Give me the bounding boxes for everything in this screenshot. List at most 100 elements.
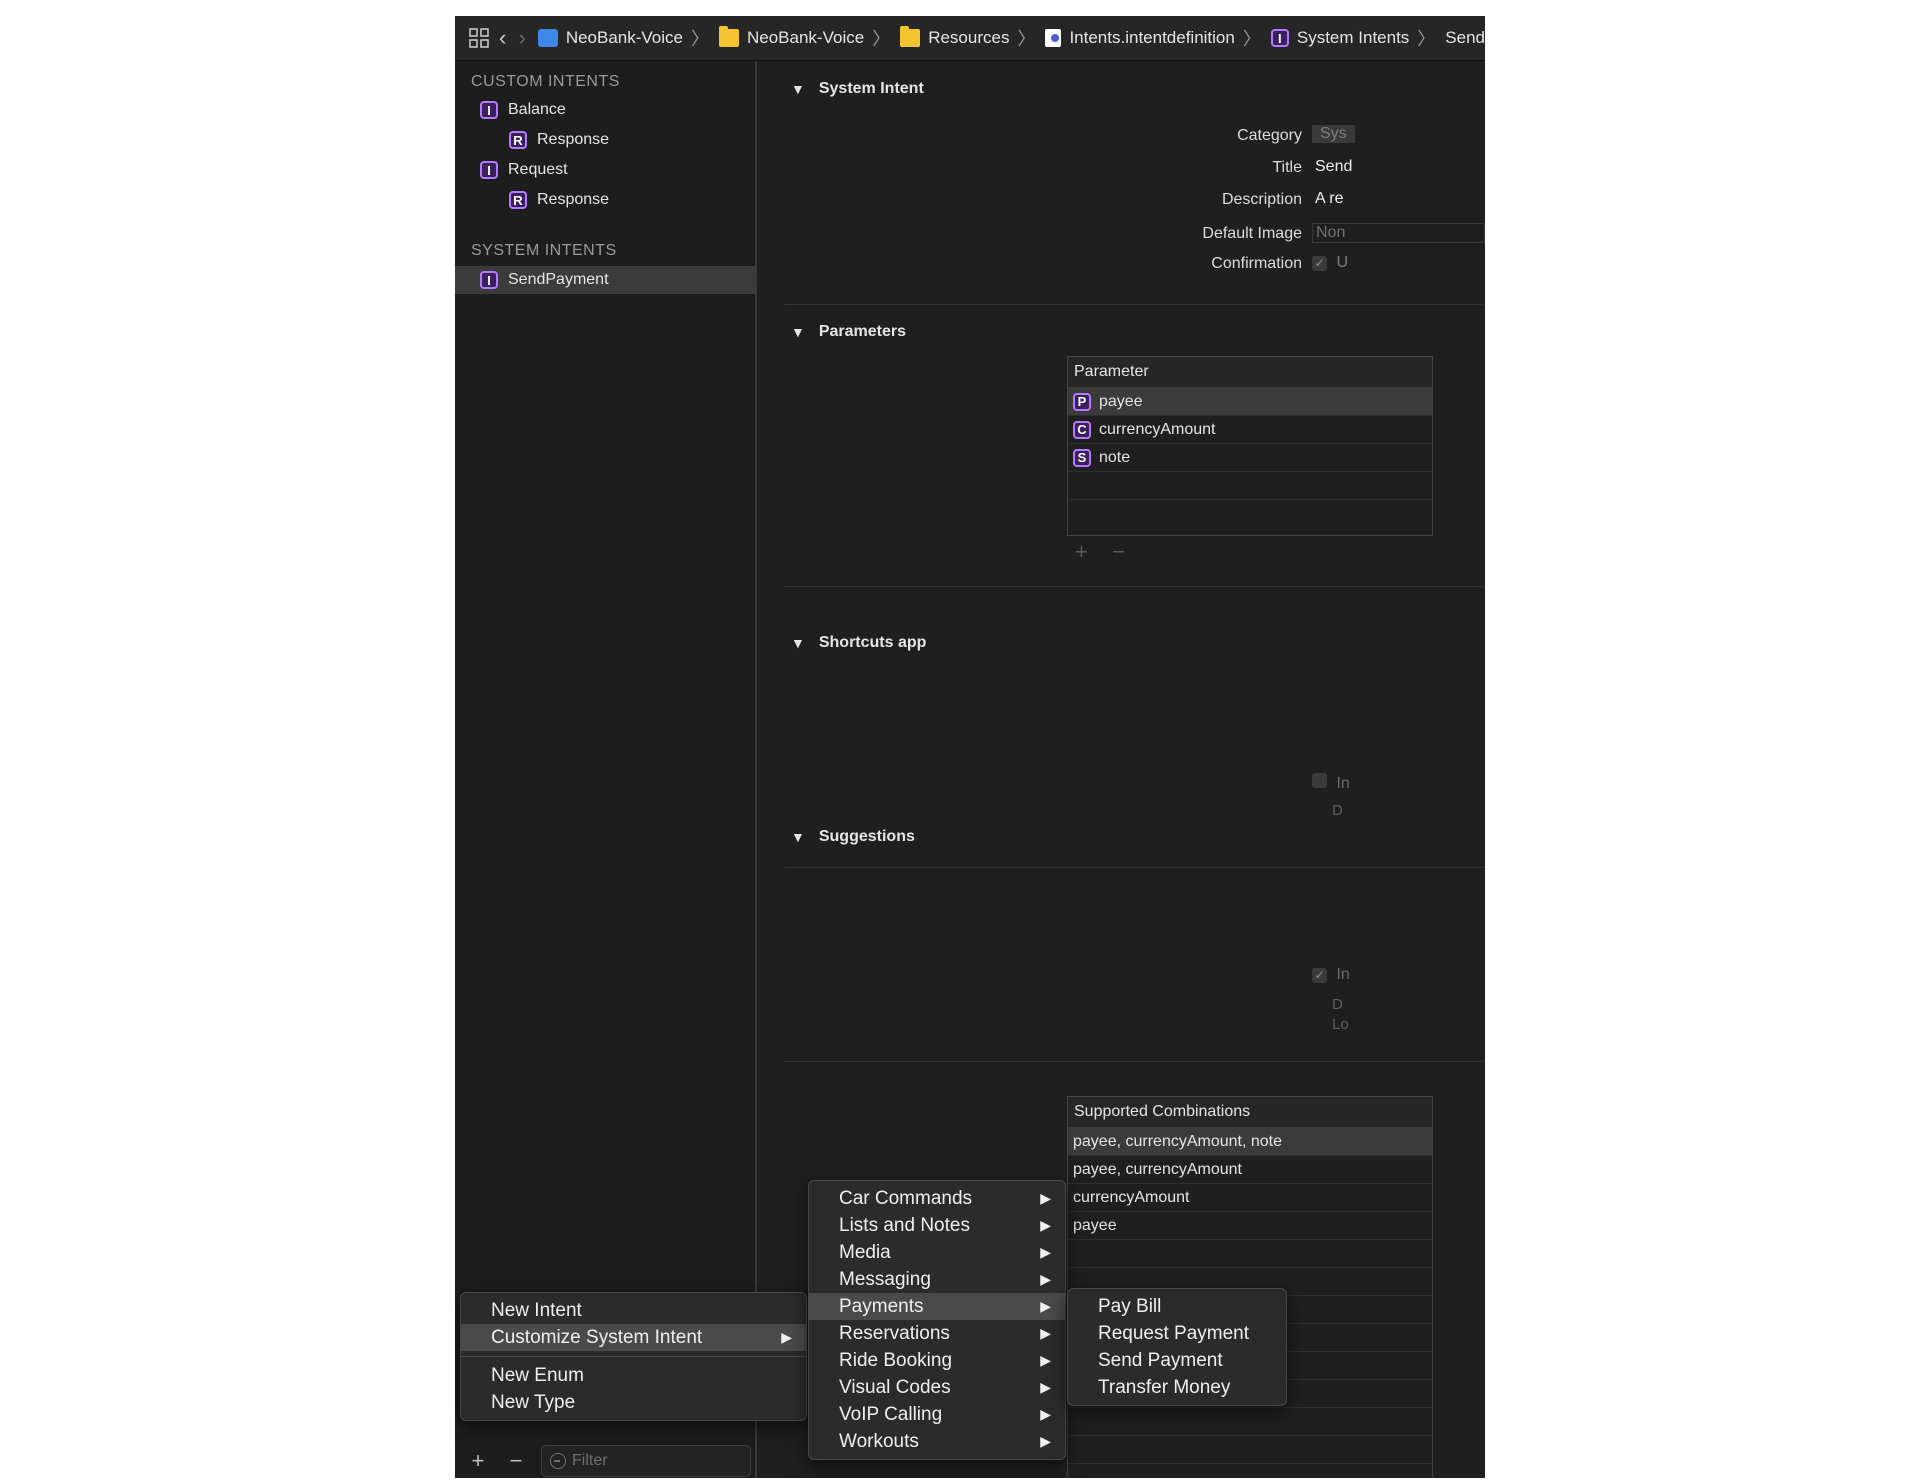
menu-item-new-intent[interactable]: New Intent [461, 1297, 806, 1324]
response-badge-icon: R [509, 131, 527, 149]
sidebar-item-request[interactable]: I Request [480, 156, 568, 184]
menu-item-media[interactable]: Media ▶ [809, 1239, 1065, 1266]
parameter-row-payee[interactable]: P payee [1068, 388, 1432, 416]
breadcrumb-group[interactable]: NeoBank-Voice 〉 [719, 25, 890, 51]
parameter-badge-icon: P [1073, 392, 1091, 411]
sidebar-item-label: Response [537, 191, 610, 208]
title-field[interactable]: Send [1315, 158, 1485, 176]
menu-item-new-enum[interactable]: New Enum [461, 1362, 806, 1389]
menu-item-car-commands[interactable]: Car Commands ▶ [809, 1185, 1065, 1212]
menu-item-lists-and-notes[interactable]: Lists and Notes ▶ [809, 1212, 1065, 1239]
intent-definition-file-icon [1045, 29, 1062, 47]
combination-row[interactable]: payee [1068, 1212, 1432, 1240]
supported-combinations-header: Supported Combinations [1068, 1097, 1432, 1128]
suggestions-checkbox[interactable]: ✓ In [1312, 966, 1485, 984]
menu-item-pay-bill[interactable]: Pay Bill [1068, 1293, 1286, 1320]
parameter-badge-icon: C [1073, 420, 1091, 439]
description-field[interactable]: A re [1315, 190, 1485, 208]
default-image-row: Default Image [757, 221, 1302, 247]
checkmark-icon: ✓ [1312, 255, 1327, 271]
parameter-row-currencyamount[interactable]: C currencyAmount [1068, 416, 1432, 444]
submenu-arrow-icon: ▶ [1040, 1217, 1051, 1233]
description-label: Description [1221, 191, 1302, 208]
intent-badge-icon: I [480, 101, 498, 119]
sidebar-item-label: Request [508, 161, 568, 178]
parameters-table: Parameter P payee C currencyAmount S not… [1067, 356, 1433, 536]
sidebar-bottom-bar: + − Filter [455, 1444, 755, 1478]
menu-item-new-type[interactable]: New Type [461, 1389, 806, 1416]
section-divider [785, 1061, 1485, 1062]
add-parameter-icon[interactable]: + [1075, 539, 1088, 565]
empty-row [1068, 472, 1432, 500]
breadcrumb-system-intents[interactable]: I System Intents 〉 [1270, 25, 1435, 51]
menu-item-send-payment[interactable]: Send Payment [1068, 1347, 1286, 1374]
shortcuts-description: D [1332, 802, 1343, 819]
combination-row[interactable]: currencyAmount [1068, 1184, 1432, 1212]
menu-item-ride-booking[interactable]: Ride Booking ▶ [809, 1347, 1065, 1374]
submenu-arrow-icon: ▶ [1040, 1352, 1051, 1368]
menu-item-messaging[interactable]: Messaging ▶ [809, 1266, 1065, 1293]
menu-item-payments[interactable]: Payments ▶ [809, 1293, 1065, 1320]
folder-icon [900, 26, 921, 47]
system-intents-header: SYSTEM INTENTS [471, 242, 617, 259]
submenu-arrow-icon: ▶ [781, 1329, 792, 1345]
menu-item-visual-codes[interactable]: Visual Codes ▶ [809, 1374, 1065, 1401]
sidebar-item-label: Response [537, 131, 610, 148]
system-intent-category-menu: Car Commands ▶ Lists and Notes ▶ Media ▶ Me… [808, 1180, 1066, 1460]
sidebar-item-balance-response[interactable]: R Response [509, 126, 609, 154]
disclosure-triangle-icon: ▼ [791, 635, 805, 651]
confirmation-label: Confirmation [1211, 255, 1302, 272]
grid-icon[interactable] [469, 27, 489, 49]
default-image-field[interactable]: Non [1312, 223, 1485, 243]
jump-bar: ‹ › NeoBank-Voice 〉 NeoBank-Voice 〉 Resour… [455, 16, 1485, 61]
sidebar-item-label: SendPayment [508, 271, 609, 288]
shortcuts-checkbox[interactable]: In [1312, 773, 1485, 793]
submenu-arrow-icon: ▶ [1040, 1190, 1051, 1206]
sidebar: CUSTOM INTENTS I Balance R Response I Re… [455, 61, 757, 1478]
forward-arrow-icon[interactable]: › [516, 25, 527, 51]
combination-row[interactable]: payee, currencyAmount [1068, 1156, 1432, 1184]
remove-icon[interactable]: − [501, 1448, 531, 1474]
intent-badge-icon: I [1270, 29, 1289, 47]
menu-item-customize-system-intent[interactable]: Customize System Intent ▶ [461, 1324, 806, 1351]
breadcrumb-project[interactable]: NeoBank-Voice 〉 [537, 25, 709, 51]
breadcrumb-file[interactable]: Intents.intentdefinition 〉 [1045, 25, 1261, 51]
back-arrow-icon[interactable]: ‹ [497, 25, 508, 51]
filter-field[interactable]: Filter [541, 1445, 751, 1477]
category-popup[interactable]: Sys [1312, 125, 1485, 143]
menu-item-voip-calling[interactable]: VoIP Calling ▶ [809, 1401, 1065, 1428]
title-row: Title [757, 155, 1302, 181]
checkmark-icon: ✓ [1312, 967, 1327, 983]
remove-parameter-icon[interactable]: − [1112, 539, 1125, 565]
menu-item-reservations[interactable]: Reservations ▶ [809, 1320, 1065, 1347]
custom-intents-header: CUSTOM INTENTS [471, 73, 620, 90]
sidebar-item-request-response[interactable]: R Response [509, 186, 609, 214]
payments-intent-menu: Pay Bill Request Payment Send Payment Tr… [1067, 1288, 1287, 1406]
sidebar-item-sendpayment[interactable]: I SendPayment [455, 266, 755, 294]
breadcrumb-resources[interactable]: Resources 〉 [900, 25, 1035, 51]
empty-row [1068, 500, 1432, 528]
combination-row[interactable]: payee, currencyAmount, note [1068, 1128, 1432, 1156]
parameter-row-note[interactable]: S note [1068, 444, 1432, 472]
menu-item-transfer-money[interactable]: Transfer Money [1068, 1374, 1286, 1401]
suggestions-description-2: Lo [1332, 1016, 1349, 1033]
filter-icon [550, 1453, 566, 1469]
system-intent-section-header[interactable]: ▼ System Intent [791, 80, 924, 98]
section-divider [785, 304, 1485, 305]
menu-item-request-payment[interactable]: Request Payment [1068, 1320, 1286, 1347]
parameters-section-header[interactable]: ▼ Parameters [791, 323, 906, 341]
sidebar-item-balance[interactable]: I Balance [480, 96, 566, 124]
suggestions-section-header[interactable]: ▼ Suggestions [791, 828, 915, 846]
disclosure-triangle-icon: ▼ [791, 829, 805, 845]
suggestions-description-1: D [1332, 996, 1343, 1013]
submenu-arrow-icon: ▶ [1040, 1325, 1051, 1341]
menu-item-workouts[interactable]: Workouts ▶ [809, 1428, 1065, 1455]
shortcuts-section-header[interactable]: ▼ Shortcuts app [791, 634, 926, 652]
xcode-window: ‹ › NeoBank-Voice 〉 NeoBank-Voice 〉 Resour… [455, 16, 1485, 1478]
breadcrumb-send[interactable]: Send [1445, 28, 1485, 48]
add-icon[interactable]: + [463, 1448, 493, 1474]
disclosure-triangle-icon: ▼ [791, 324, 805, 340]
project-icon [537, 29, 558, 47]
submenu-arrow-icon: ▶ [1040, 1244, 1051, 1260]
confirmation-checkbox[interactable]: ✓ U [1312, 254, 1485, 272]
